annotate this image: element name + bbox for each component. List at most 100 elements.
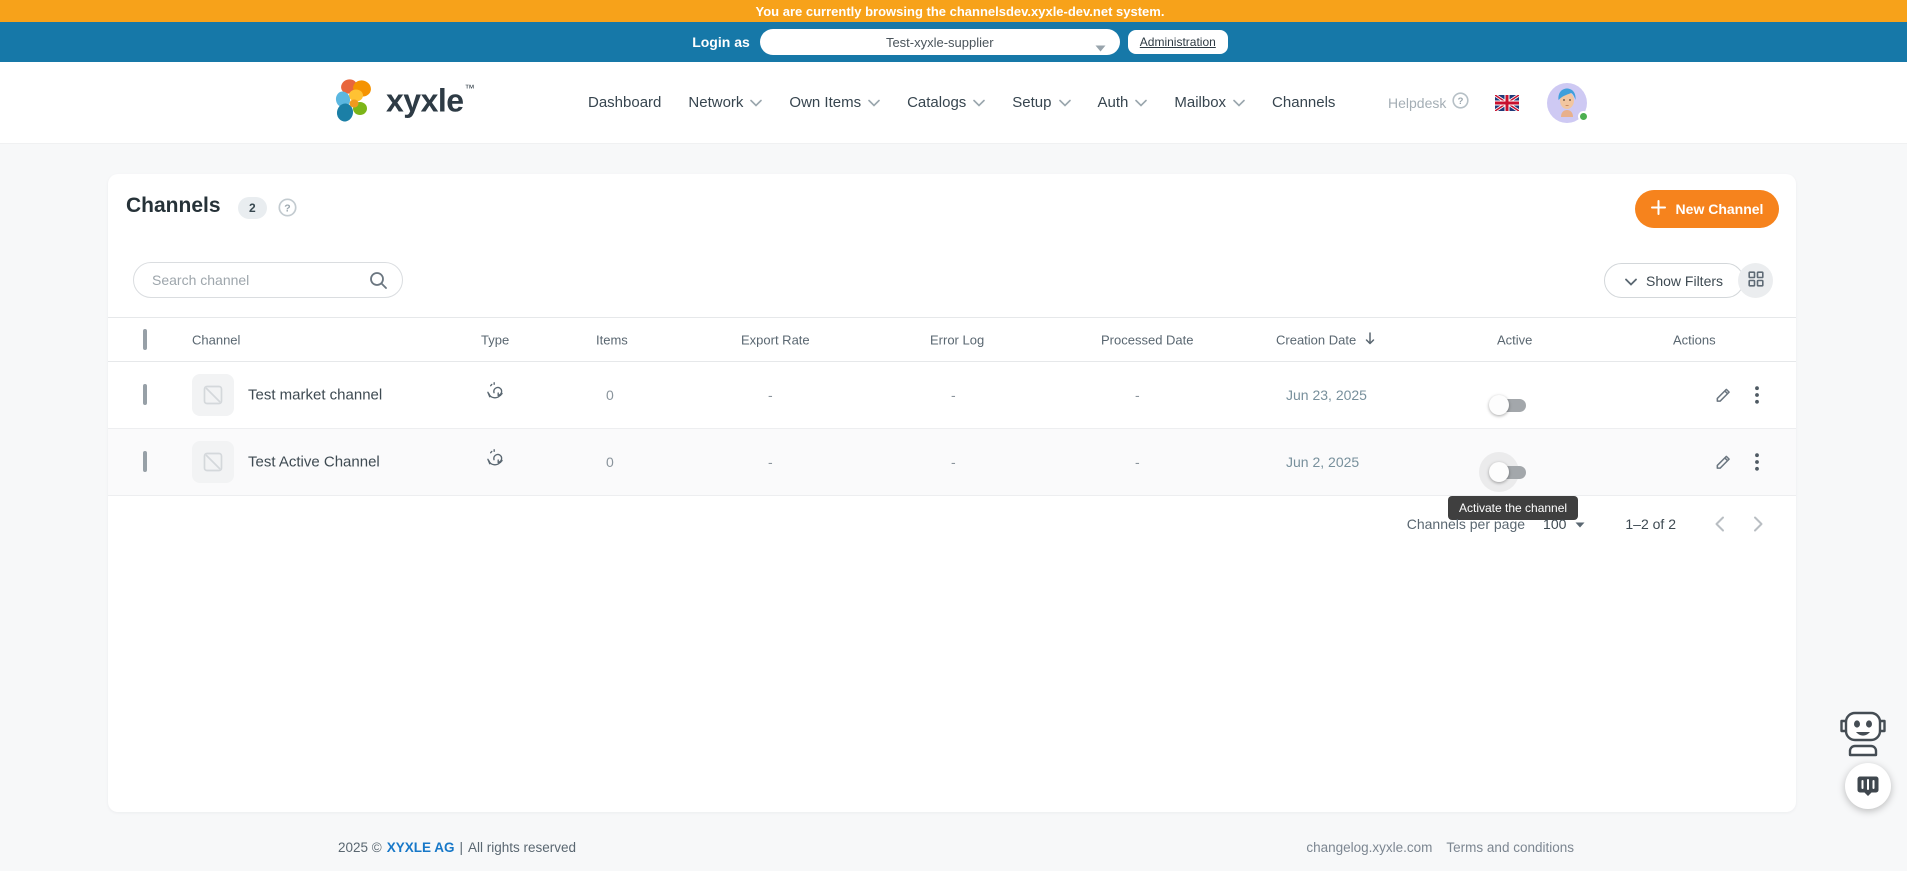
footer: 2025 © XYXLE AG | All rights reserved ch… bbox=[0, 840, 1920, 855]
online-status-dot bbox=[1578, 110, 1590, 122]
col-processed-date[interactable]: Processed Date bbox=[1101, 332, 1194, 347]
channel-name[interactable]: Test Active Channel bbox=[248, 454, 380, 471]
table-row[interactable]: Test Active Channel 0 - - - Jun 2, 2025 bbox=[108, 429, 1796, 496]
row-checkbox[interactable] bbox=[143, 451, 147, 472]
nav-item-catalogs[interactable]: Catalogs bbox=[907, 94, 986, 111]
nav-item-setup[interactable]: Setup bbox=[1012, 94, 1071, 111]
creation-date: Jun 2, 2025 bbox=[1286, 454, 1360, 470]
search-box bbox=[133, 262, 403, 298]
col-active[interactable]: Active bbox=[1497, 332, 1532, 347]
manual-channel-type-icon bbox=[485, 449, 507, 476]
chevron-down-icon bbox=[868, 94, 880, 111]
question-circle-icon: ? bbox=[1452, 91, 1469, 114]
row-checkbox[interactable] bbox=[143, 384, 147, 405]
nav-item-mailbox[interactable]: Mailbox bbox=[1174, 94, 1245, 111]
filter-row: Show Filters bbox=[108, 262, 1796, 299]
error-log: - bbox=[951, 387, 956, 403]
table-row[interactable]: Test market channel 0 - - - Jun 23, 2025 bbox=[108, 362, 1796, 429]
channel-thumbnail bbox=[192, 441, 234, 483]
chevron-down-icon bbox=[1233, 94, 1245, 111]
col-error-log[interactable]: Error Log bbox=[930, 332, 984, 347]
terms-link[interactable]: Terms and conditions bbox=[1446, 840, 1574, 855]
error-log: - bbox=[951, 454, 956, 470]
chevron-down-icon bbox=[750, 94, 763, 111]
processed-date: - bbox=[1135, 387, 1140, 403]
col-export-rate[interactable]: Export Rate bbox=[741, 332, 810, 347]
logo-trademark: ™ bbox=[464, 83, 475, 94]
selected-account: Test-xyxle-supplier bbox=[885, 34, 994, 50]
changelog-link[interactable]: changelog.xyxle.com bbox=[1306, 840, 1432, 855]
nav-item-own-items[interactable]: Own Items bbox=[789, 94, 880, 111]
previous-page-button[interactable] bbox=[1712, 514, 1727, 534]
channel-thumbnail bbox=[192, 374, 234, 416]
nav-item-dashboard[interactable]: Dashboard bbox=[588, 94, 661, 111]
search-input[interactable] bbox=[152, 272, 369, 288]
row-menu-button[interactable] bbox=[1752, 383, 1762, 407]
col-items[interactable]: Items bbox=[596, 332, 628, 347]
logo[interactable]: xyxle ™ bbox=[332, 77, 475, 128]
table-header: Channel Type Items Export Rate Error Log… bbox=[108, 317, 1796, 362]
select-caret-icon bbox=[1095, 39, 1106, 57]
login-as-bar: Login as Test-xyxle-supplier Administrat… bbox=[0, 22, 1920, 62]
channels-page: Channels 2 ? New Channel Search channel … bbox=[0, 174, 1920, 871]
per-page-select[interactable]: 100 bbox=[1543, 515, 1585, 533]
new-channel-button[interactable]: New Channel bbox=[1635, 190, 1779, 228]
pagination-range: 1–2 of 2 bbox=[1625, 516, 1676, 532]
header-right: Helpdesk ? bbox=[1388, 62, 1590, 143]
main-nav: Dashboard Network Own Items Catalogs Set… bbox=[588, 62, 1335, 143]
per-page-label: Channels per page bbox=[1406, 516, 1526, 532]
processed-date: - bbox=[1135, 454, 1140, 470]
channel-count-badge: 2 bbox=[238, 197, 267, 219]
chat-robot-icon[interactable] bbox=[1836, 705, 1890, 762]
edit-button[interactable] bbox=[1712, 451, 1735, 474]
row-menu-button[interactable] bbox=[1752, 450, 1762, 474]
nav-item-network[interactable]: Network bbox=[688, 94, 763, 111]
show-filters-button[interactable]: Show Filters bbox=[1604, 263, 1745, 298]
chevron-down-icon bbox=[1625, 273, 1637, 289]
col-actions: Actions bbox=[1673, 332, 1716, 347]
chevron-down-icon bbox=[1058, 94, 1071, 111]
browser-scrollbar[interactable] bbox=[1907, 0, 1920, 871]
footer-copyright: 2025 © XYXLE AG | All rights reserved bbox=[338, 840, 577, 855]
language-flag-icon[interactable] bbox=[1495, 94, 1520, 111]
channel-name[interactable]: Test market channel bbox=[248, 387, 382, 404]
select-caret-icon bbox=[1575, 515, 1585, 533]
helpdesk-link[interactable]: Helpdesk ? bbox=[1388, 91, 1469, 114]
administration-button[interactable]: Administration bbox=[1127, 30, 1228, 54]
chat-launcher-button[interactable] bbox=[1845, 763, 1891, 809]
export-rate: - bbox=[768, 454, 773, 470]
chevron-down-icon bbox=[1135, 94, 1148, 111]
app-header: xyxle ™ Dashboard Network Own Items Cata… bbox=[0, 62, 1920, 144]
creation-date: Jun 23, 2025 bbox=[1286, 387, 1367, 403]
col-channel[interactable]: Channel bbox=[192, 332, 240, 347]
search-icon[interactable] bbox=[369, 271, 388, 290]
plus-icon bbox=[1650, 200, 1666, 218]
select-all-checkbox[interactable] bbox=[143, 328, 147, 350]
items-count: 0 bbox=[606, 454, 614, 470]
footer-links: changelog.xyxle.com Terms and conditions bbox=[1306, 840, 1574, 855]
xyxle-logo-icon bbox=[332, 77, 378, 128]
user-avatar[interactable] bbox=[1547, 82, 1590, 123]
nav-item-auth[interactable]: Auth bbox=[1098, 94, 1148, 111]
col-creation-date[interactable]: Creation Date bbox=[1276, 331, 1376, 348]
edit-button[interactable] bbox=[1712, 384, 1735, 407]
sort-descending-icon[interactable] bbox=[1364, 331, 1376, 348]
grid-icon bbox=[1747, 271, 1764, 290]
system-banner-text: You are currently browsing the channelsd… bbox=[755, 3, 1165, 19]
help-circle-icon[interactable]: ? bbox=[278, 198, 297, 222]
chevron-down-icon bbox=[973, 94, 986, 111]
login-as-label: Login as bbox=[692, 34, 750, 50]
company-link[interactable]: XYXLE AG bbox=[387, 840, 455, 855]
login-account-select[interactable]: Test-xyxle-supplier bbox=[759, 29, 1120, 57]
grid-view-button[interactable] bbox=[1738, 263, 1773, 298]
title-row: Channels 2 ? New Channel bbox=[108, 174, 1796, 244]
channels-card: Channels 2 ? New Channel Search channel … bbox=[108, 174, 1796, 812]
col-type[interactable]: Type bbox=[481, 332, 509, 347]
next-page-button[interactable] bbox=[1751, 514, 1766, 534]
manual-channel-type-icon bbox=[485, 382, 507, 409]
nav-item-channels[interactable]: Channels bbox=[1272, 94, 1335, 111]
page-title: Channels bbox=[126, 194, 221, 217]
system-banner: You are currently browsing the channelsd… bbox=[0, 0, 1920, 22]
export-rate: - bbox=[768, 387, 773, 403]
items-count: 0 bbox=[606, 387, 614, 403]
